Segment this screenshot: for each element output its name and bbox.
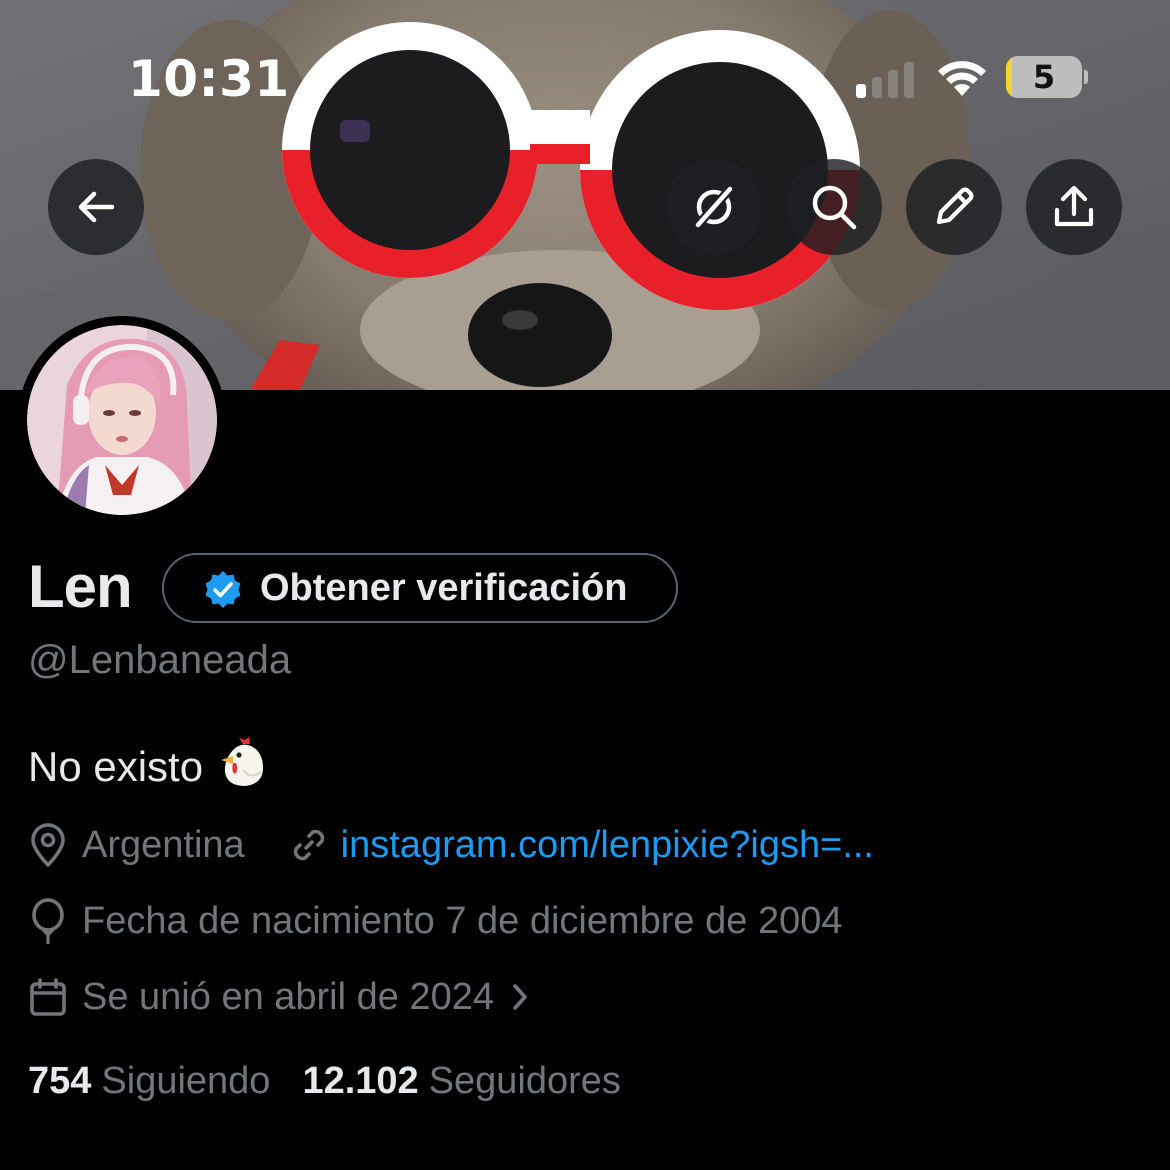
pencil-icon: [936, 187, 974, 225]
share-button[interactable]: [1026, 159, 1122, 255]
profile-name: Len: [28, 553, 133, 620]
battery-level: 5: [1032, 58, 1056, 96]
back-button[interactable]: [48, 159, 144, 255]
follow-stats: 754 Siguiendo 12.102 Seguidores: [28, 1060, 621, 1103]
profile-bio: No existo: [28, 736, 269, 798]
get-verified-label: Obtener verificación: [260, 567, 628, 609]
avatar[interactable]: [18, 316, 226, 524]
following-count: 754: [28, 1060, 92, 1102]
profile-joined-date: Se unió en abril de 2024: [82, 975, 494, 1018]
profile-handle: @Lenbaneada: [28, 638, 292, 682]
link-icon: [293, 829, 324, 861]
edit-button[interactable]: [906, 159, 1002, 255]
bio-text: No existo: [28, 743, 204, 790]
profile-birth-date: Fecha de nacimiento 7 de diciembre de 20…: [82, 899, 843, 942]
location-pin-icon: [31, 823, 65, 867]
grok-icon: [694, 186, 734, 228]
chevron-right-icon: [513, 984, 527, 1010]
battery-indicator: 5: [1006, 56, 1088, 100]
share-icon: [1054, 185, 1094, 227]
wifi-icon: [938, 61, 986, 96]
chicken-icon: [221, 737, 264, 786]
avatar-image: [27, 325, 217, 515]
birth-date-row: Fecha de nacimiento 7 de diciembre de 20…: [28, 896, 842, 946]
followers-count: 12.102: [302, 1060, 419, 1102]
calendar-icon: [30, 978, 66, 1016]
grok-button[interactable]: [666, 159, 762, 255]
following-label: Siguiendo: [101, 1060, 271, 1102]
location-website-row: Argentina instagram.com/lenpixie?igsh=..…: [28, 820, 874, 870]
followers-label: Seguidores: [428, 1060, 621, 1102]
followers-link[interactable]: 12.102 Seguidores: [302, 1060, 620, 1103]
verified-badge-icon: [205, 571, 241, 608]
profile-website-link[interactable]: instagram.com/lenpixie?igsh=...: [341, 824, 874, 867]
balloon-icon: [32, 898, 64, 944]
cellular-signal-icon: [856, 62, 914, 98]
joined-row[interactable]: Se unió en abril de 2024: [28, 972, 530, 1022]
get-verified-button[interactable]: Obtener verificación: [162, 553, 678, 623]
chicken-emoji: [217, 736, 269, 798]
search-button[interactable]: [786, 159, 882, 255]
following-link[interactable]: 754 Siguiendo: [28, 1060, 270, 1103]
search-icon: [812, 185, 857, 230]
profile-location: Argentina: [82, 823, 245, 866]
back-arrow-icon: [78, 191, 115, 223]
status-time: 10:31: [128, 50, 290, 108]
